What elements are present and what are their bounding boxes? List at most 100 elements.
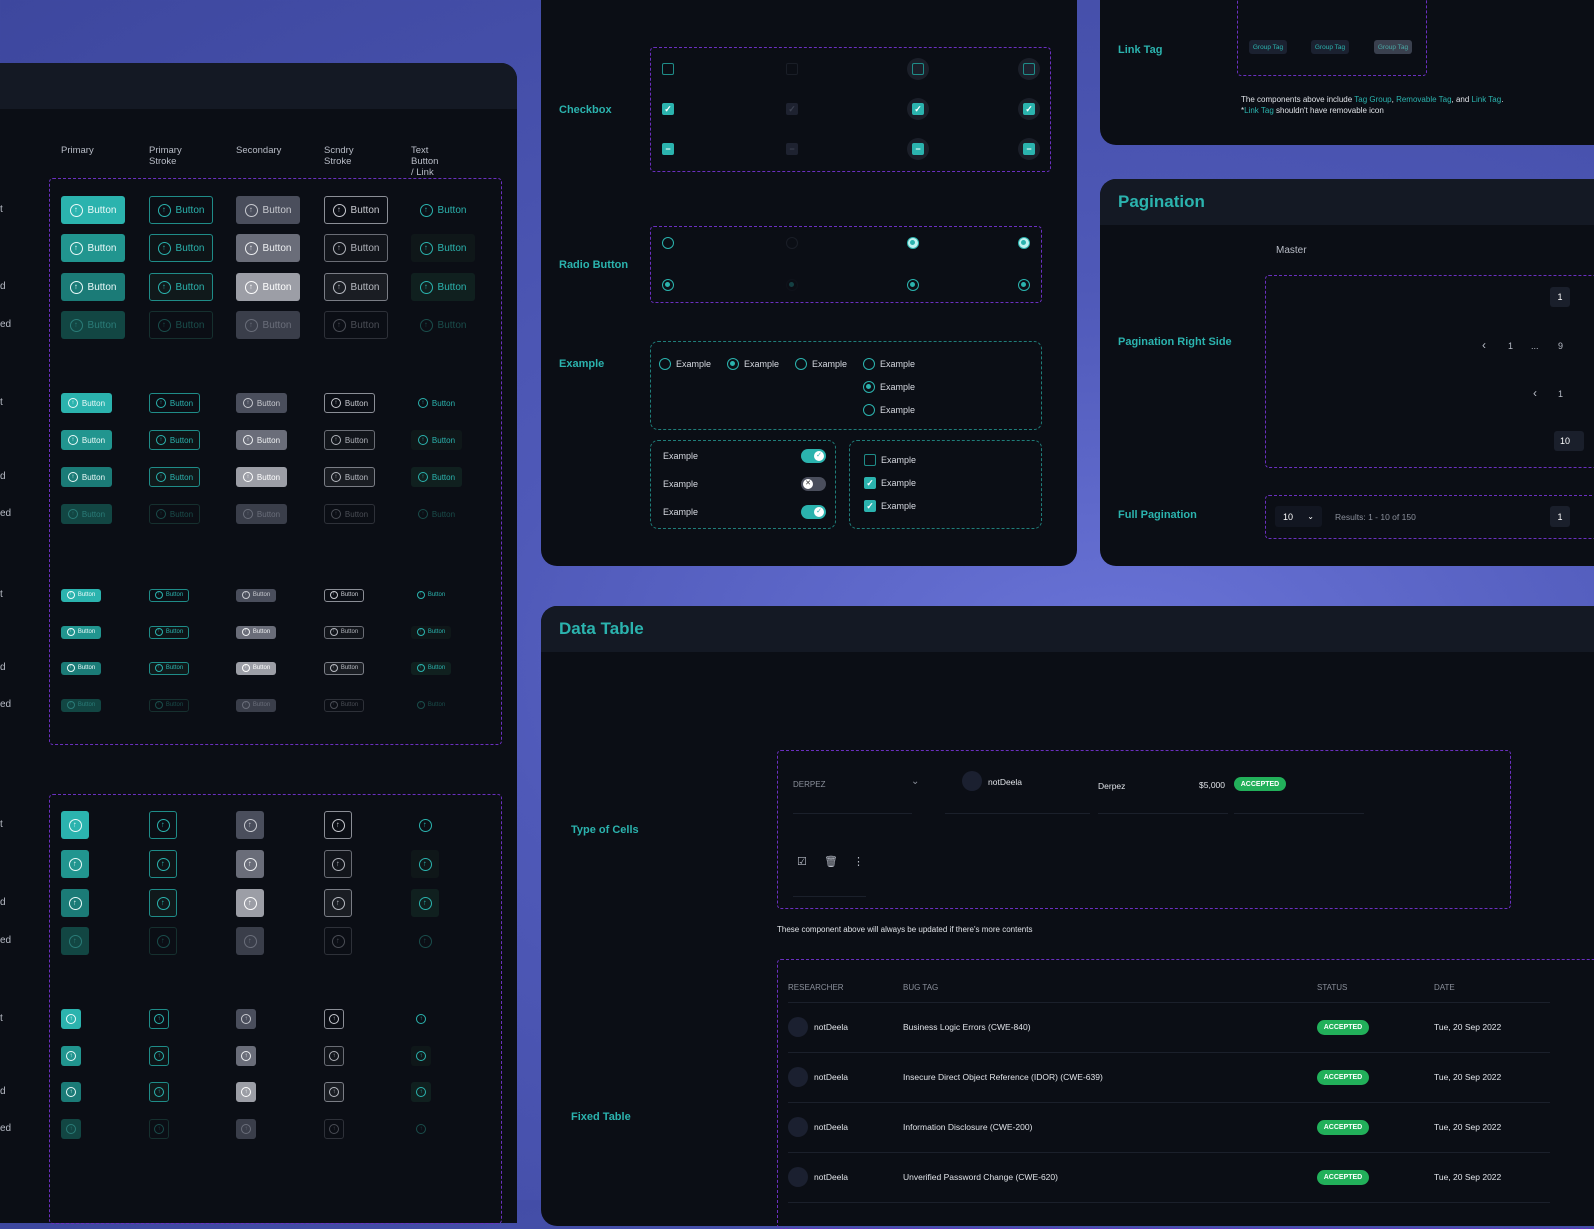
button[interactable]: ↑ Button [411,467,462,487]
button[interactable]: ↑ Button [61,698,101,712]
button[interactable]: ↑ Button [324,698,364,712]
button[interactable]: ↑ Button [61,430,112,450]
button[interactable]: ↑ [61,811,89,839]
button[interactable]: ↑ [236,850,264,878]
radio-button-selected[interactable] [1018,279,1030,291]
radio-button[interactable] [1018,237,1030,249]
button[interactable]: ↑ [236,889,264,917]
button[interactable]: ↑ [324,927,352,955]
checkbox-unchecked[interactable] [662,63,674,75]
button[interactable]: ↑ Button [324,196,388,224]
note-link-removable-tag[interactable]: Removable Tag [1396,95,1451,104]
button[interactable]: ↑ [149,1119,169,1139]
button[interactable]: ↑ Button [61,234,125,262]
button[interactable]: ↑ Button [411,393,462,413]
button[interactable]: ↑ Button [411,196,475,224]
button[interactable]: ↑ Button [149,196,213,224]
button[interactable]: ↑ [149,1082,169,1102]
button[interactable]: ↑ Button [324,430,375,450]
button[interactable]: ↑ [411,1009,431,1029]
button[interactable]: ↑ Button [236,311,300,339]
button[interactable]: ↑ Button [61,467,112,487]
button[interactable]: ↑ Button [236,504,287,524]
button[interactable]: ↑ [324,1009,344,1029]
checkbox-unchecked[interactable] [864,454,876,466]
button[interactable]: ↑ Button [61,196,125,224]
button[interactable]: ↑ Button [411,625,451,639]
button[interactable]: ↑ [61,889,89,917]
button[interactable]: ↑ [411,1046,431,1066]
button[interactable]: ↑ Button [149,625,189,639]
button[interactable]: ↑ Button [411,234,475,262]
button[interactable]: ↑ Button [149,504,200,524]
checkbox-checked[interactable]: ✓ [864,500,876,512]
radio-button-selected[interactable] [907,279,919,291]
button[interactable]: ↑ Button [236,698,276,712]
radio-button[interactable] [795,358,807,370]
checkbox-checked[interactable]: ✓ [786,103,798,115]
more-vertical-icon[interactable]: ⋮ [853,855,864,868]
button[interactable]: ↑ Button [236,234,300,262]
button[interactable]: ↑ Button [236,625,276,639]
button[interactable]: ↑ Button [149,698,189,712]
button[interactable]: ↑ [149,811,177,839]
page-1-button[interactable]: 1 [1550,506,1570,527]
button[interactable]: ↑ Button [324,234,388,262]
prev-page-icon[interactable]: ‹ [1482,338,1486,352]
button[interactable]: ↑ Button [61,625,101,639]
button[interactable]: ↑ Button [236,196,300,224]
button[interactable]: ↑ Button [236,467,287,487]
button[interactable]: ↑ Button [236,393,287,413]
checkbox-checked[interactable]: ✓ [864,477,876,489]
button[interactable]: ↑ [236,1009,256,1029]
button[interactable]: ↑ Button [324,273,388,301]
button[interactable]: ↑ [61,1009,81,1029]
checkbox-indeterminate[interactable]: − [1023,143,1035,155]
link-tag[interactable]: Group Tag [1249,40,1287,54]
button[interactable]: ↑ Button [411,430,462,450]
page-1-link[interactable]: 1 [1558,389,1563,399]
button[interactable]: ↑ Button [149,311,213,339]
button[interactable]: ↑ Button [149,234,213,262]
user-cell-name[interactable]: notDeela [988,777,1022,787]
prev-page-icon[interactable]: ‹ [1533,386,1537,400]
button[interactable]: ↑ Button [324,504,375,524]
radio-button-selected[interactable] [727,358,739,370]
button[interactable]: ↑ [411,1119,431,1139]
button[interactable]: ↑ Button [149,661,189,675]
button[interactable]: ↑ Button [411,311,475,339]
radio-button-selected[interactable] [863,381,875,393]
radio-button-selected[interactable] [786,279,798,291]
button[interactable]: ↑ Button [61,393,112,413]
toggle-on[interactable]: ✓ [801,505,826,519]
button[interactable]: ↑ [324,1082,344,1102]
link-tag-hover[interactable]: Group Tag [1311,40,1349,54]
radio-button[interactable] [786,237,798,249]
researcher-name[interactable]: notDeela [814,1122,848,1132]
button[interactable]: ↑ [236,1119,256,1139]
button[interactable]: ↑ Button [236,661,276,675]
button[interactable]: ↑ [61,1119,81,1139]
button[interactable]: ↑ Button [324,393,375,413]
note-link-link-tag[interactable]: Link Tag [1472,95,1502,104]
button[interactable]: ↑ Button [149,588,189,602]
toggle-on[interactable]: ✓ [801,449,826,463]
button[interactable]: ↑ Button [61,273,125,301]
button[interactable]: ↑ [61,1046,81,1066]
button[interactable]: ↑ [236,927,264,955]
checkbox-checked[interactable]: ✓ [662,103,674,115]
button[interactable]: ↑ Button [324,625,364,639]
button[interactable]: ↑ Button [324,311,388,339]
button[interactable]: ↑ [324,850,352,878]
button[interactable]: ↑ [149,1009,169,1029]
button[interactable]: ↑ Button [149,273,213,301]
button[interactable]: ↑ Button [411,589,451,602]
page-1-button[interactable]: 1 [1550,287,1570,307]
button[interactable]: ↑ [149,850,177,878]
button[interactable]: ↑ [61,927,89,955]
button[interactable]: ↑ [61,1082,81,1102]
per-page-select[interactable]: 10 ⌄ [1275,506,1322,527]
researcher-name[interactable]: notDeela [814,1072,848,1082]
note-link-tag-group[interactable]: Tag Group [1354,95,1391,104]
button[interactable]: ↑ Button [324,661,364,675]
